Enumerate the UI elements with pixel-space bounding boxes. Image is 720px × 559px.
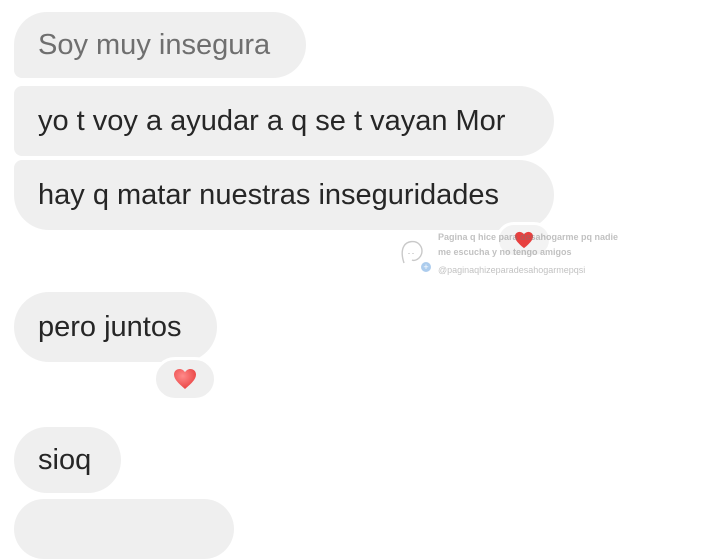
message-text: hay q matar nuestras inseguridades [38,178,500,211]
watermark-handle: @paginaqhizeparadesahogarmepqsi [438,265,586,275]
message-reaction[interactable] [153,357,217,401]
add-icon: + [421,262,431,272]
watermark-caption: Pagina q hice para desahogarme pq nadie [438,232,619,242]
message-text: pero juntos [38,310,182,343]
message-bubble[interactable]: hay q matar nuestras inseguridades [14,160,554,230]
message-text: yo t voy a ayudar a q se t vayan Mor [38,104,506,137]
message-bubble[interactable]: pero juntos [14,292,217,362]
message-text: sioq [38,443,92,476]
watermark-caption: me escucha y no tengo amigos [438,247,572,257]
watermark: + Pagina q hice para desahogarme pq nadi… [398,232,658,280]
message-bubble[interactable]: yo t voy a ayudar a q se t vayan Mor [14,86,554,156]
message-bubble[interactable]: sioq [14,427,121,493]
heart-icon [174,369,196,389]
message-text: Soy muy insegura [38,28,271,61]
message-bubble[interactable]: Soy muy insegura [14,12,306,78]
message-bubble[interactable] [14,499,234,559]
